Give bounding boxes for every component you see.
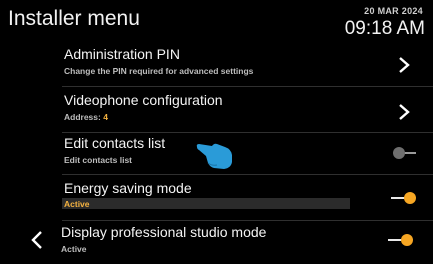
divider	[62, 86, 433, 87]
row-label: Administration PIN	[64, 46, 180, 62]
divider	[62, 174, 433, 175]
row-videophone-configuration[interactable]: Videophone configuration Address: 4	[62, 90, 433, 132]
row-administration-pin[interactable]: Administration PIN Change the PIN requir…	[62, 44, 433, 86]
edit-contacts-toggle[interactable]	[391, 147, 417, 159]
chevron-right-icon[interactable]	[397, 56, 411, 74]
hand-pointer-icon	[195, 138, 235, 170]
row-label: Display professional studio mode	[61, 224, 267, 240]
status-text: Active	[61, 244, 87, 254]
row-label: Videophone configuration	[64, 92, 223, 108]
row-subtitle: Change the PIN required for advanced set…	[64, 66, 254, 76]
time-display: 09:18 AM	[344, 18, 425, 39]
energy-saving-toggle[interactable]	[391, 192, 417, 204]
toggle-track	[388, 239, 402, 241]
status-text: Active	[64, 199, 90, 209]
row-edit-contacts-list[interactable]: Edit contacts list Edit contacts list	[62, 133, 433, 175]
toggle-knob	[404, 192, 416, 204]
toggle-knob	[401, 234, 413, 246]
row-display-professional-studio-mode[interactable]: Display professional studio mode Active	[59, 222, 430, 264]
row-label: Edit contacts list	[64, 135, 166, 151]
header-bar: Installer menu 20 MAR 2024 09:18 AM	[0, 0, 433, 40]
studio-mode-toggle[interactable]	[388, 234, 414, 246]
address-label: Address:	[64, 112, 101, 122]
toggle-knob	[393, 147, 405, 159]
row-energy-saving-mode[interactable]: Energy saving mode Active	[62, 178, 433, 220]
toggle-track	[391, 197, 405, 199]
chevron-right-icon[interactable]	[397, 103, 411, 121]
row-label: Energy saving mode	[64, 180, 192, 196]
page-title: Installer menu	[8, 7, 140, 30]
row-subtitle: Edit contacts list	[64, 155, 133, 165]
date-display: 20 MAR 2024	[364, 6, 423, 16]
row-subtitle: Address: 4	[64, 112, 108, 122]
chevron-left-icon[interactable]	[30, 230, 44, 250]
divider	[62, 220, 433, 221]
status-band: Active	[62, 198, 350, 209]
address-value: 4	[103, 112, 108, 122]
